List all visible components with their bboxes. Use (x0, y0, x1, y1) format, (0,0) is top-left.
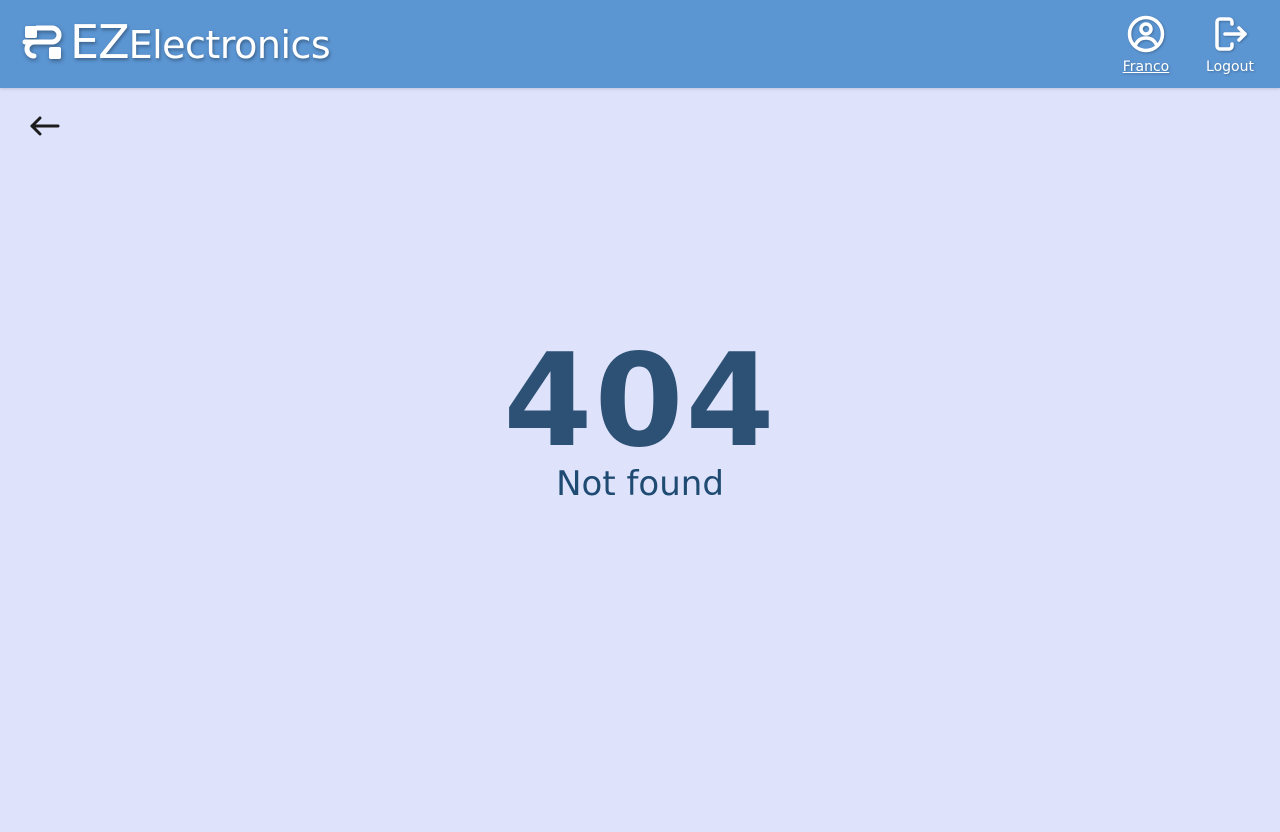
profile-link[interactable]: Franco (1116, 14, 1176, 75)
back-button[interactable] (24, 108, 64, 144)
arrow-left-icon (30, 116, 60, 136)
cable-connector-icon (22, 25, 62, 59)
profile-username[interactable]: Franco (1123, 59, 1170, 75)
logout-label: Logout (1206, 59, 1254, 75)
account-circle-icon (1127, 15, 1165, 53)
brand-short: EZ (70, 15, 130, 69)
error-code: 404 (503, 327, 777, 476)
logout-icon (1215, 17, 1247, 51)
brand-name: Electronics (128, 23, 331, 67)
app-header: EZ Electronics Franco Logout (0, 0, 1280, 88)
not-found-panel: 404 Not found (0, 327, 1280, 505)
error-message: Not found (556, 464, 724, 504)
logout-button[interactable]: Logout (1200, 14, 1260, 75)
brand-logo-link[interactable]: EZ Electronics (22, 14, 331, 70)
